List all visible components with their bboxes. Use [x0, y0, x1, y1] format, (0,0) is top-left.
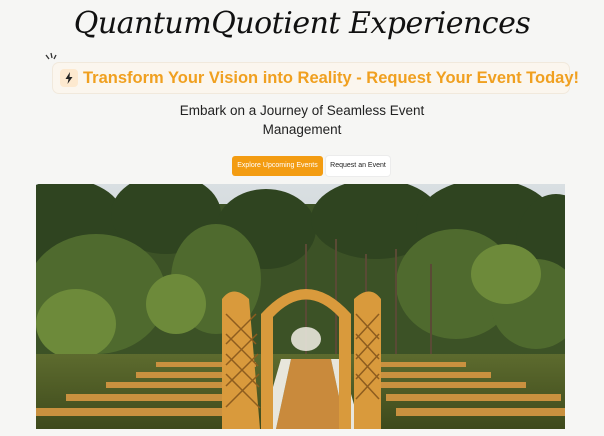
- hero-image: [36, 184, 565, 429]
- hero-subtitle: Embark on a Journey of Seamless Event Ma…: [150, 101, 454, 139]
- wedding-venue-illustration: [36, 184, 565, 429]
- explore-events-button[interactable]: Explore Upcoming Events: [232, 156, 323, 176]
- landing-page: QuantumQuotient Experiences Transform Yo…: [0, 0, 604, 436]
- lightning-icon: [60, 69, 78, 87]
- sparkle-icon: [45, 52, 57, 60]
- announcement-banner[interactable]: Transform Your Vision into Reality - Req…: [53, 63, 579, 93]
- brand-logo-text: QuantumQuotient Experiences: [73, 6, 531, 41]
- banner-text: Transform Your Vision into Reality - Req…: [83, 69, 580, 87]
- subtitle-line-2: Management: [262, 122, 342, 137]
- brand-logo[interactable]: QuantumQuotient Experiences: [0, 2, 604, 48]
- request-event-button[interactable]: Request an Event: [326, 156, 390, 176]
- subtitle-line-1: Embark on a Journey of Seamless Event: [179, 103, 425, 118]
